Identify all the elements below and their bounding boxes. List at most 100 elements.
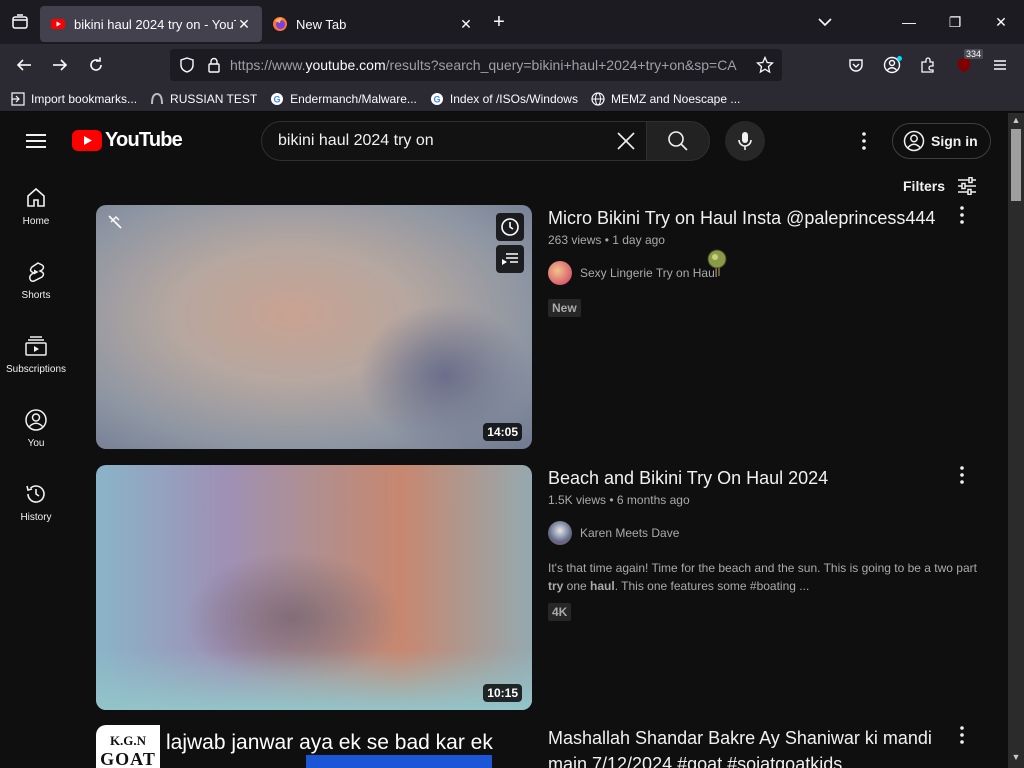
video-action-menu[interactable] [954, 205, 970, 225]
sidebar-item-shorts[interactable]: Shorts [0, 243, 72, 317]
chevron-down-icon[interactable] [815, 12, 835, 32]
thumbnail-blur-shade [96, 648, 532, 710]
cursor-pointer-icon [707, 249, 727, 276]
minimize-icon[interactable]: — [886, 14, 932, 30]
new-badge: New [548, 299, 581, 317]
url-prefix: https://www. [230, 57, 306, 73]
forward-button[interactable] [42, 47, 78, 83]
bookmark-isos[interactable]: G Index of /ISOs/Windows [429, 91, 578, 107]
channel-row[interactable]: Karen Meets Dave [548, 521, 988, 545]
more-vertical-icon [960, 726, 964, 744]
video-duration: 10:15 [483, 684, 522, 702]
settings-menu-button[interactable] [852, 129, 876, 153]
thumbnail-blue-band [306, 755, 492, 768]
ublock-extension-button[interactable]: 334 [946, 47, 984, 83]
microphone-icon [738, 132, 752, 150]
video-title[interactable]: Micro Bikini Try on Haul Insta @paleprin… [548, 205, 988, 231]
sidebar-item-home[interactable]: Home [0, 169, 72, 243]
youtube-logo[interactable]: YouTube [72, 129, 183, 152]
upload-age: 1 day ago [612, 233, 665, 247]
video-thumbnail[interactable]: 14:05 [96, 205, 532, 449]
view-count: 1.5K views [548, 493, 607, 507]
tab-new-tab[interactable]: New Tab ✕ [262, 6, 484, 42]
channel-avatar[interactable] [548, 521, 572, 545]
search-button[interactable] [646, 121, 710, 161]
video-title[interactable]: Mashallah Shandar Bakre Ay Shaniwar ki m… [548, 725, 988, 751]
browser-tab-bar: bikini haul 2024 try on - YouTube ✕ New … [0, 0, 1024, 44]
search-query-text[interactable]: bikini haul 2024 try on [278, 132, 606, 150]
watch-later-button[interactable] [496, 213, 524, 241]
description-line: It's that time again! Time for the beach… [548, 561, 977, 575]
muted-icon [108, 215, 122, 229]
guide-menu-button[interactable] [22, 127, 50, 155]
filters-button[interactable]: Filters [903, 177, 977, 195]
sidebar-item-history[interactable]: History [0, 465, 72, 539]
tab-overview-button[interactable] [0, 0, 40, 44]
description-highlight: haul [590, 579, 615, 593]
subscriptions-icon [25, 335, 47, 356]
sidebar-item-label: Shorts [21, 289, 51, 301]
video-title[interactable]: Beach and Bikini Try On Haul 2024 [548, 465, 988, 491]
bookmark-memz[interactable]: MEMZ and Noescape ... [590, 91, 740, 107]
close-tab-icon[interactable]: ✕ [458, 16, 474, 33]
pocket-button[interactable] [838, 47, 874, 83]
channel-avatar[interactable] [548, 261, 572, 285]
svg-text:G: G [274, 94, 281, 104]
video-result: 14:05 Micro Bikini Try on Haul Insta @pa… [96, 205, 996, 450]
video-info: Beach and Bikini Try On Haul 2024 1.5K v… [548, 465, 988, 621]
site-icon [149, 91, 165, 107]
search-input[interactable]: bikini haul 2024 try on [261, 121, 647, 161]
tab-youtube[interactable]: bikini haul 2024 try on - YouTube ✕ [40, 6, 262, 42]
video-result: 10:15 Beach and Bikini Try On Haul 2024 … [96, 465, 996, 710]
queue-icon [502, 253, 518, 265]
add-to-queue-button[interactable] [496, 245, 524, 273]
sign-in-button[interactable]: Sign in [892, 123, 991, 159]
url-path: /results?search_query=bikini+haul+2024+t… [385, 57, 737, 73]
bookmark-star-icon[interactable] [756, 56, 774, 74]
maximize-icon[interactable]: ❐ [932, 14, 978, 31]
account-button[interactable] [874, 47, 910, 83]
clear-search-button[interactable] [606, 121, 646, 161]
scroll-up-arrow-icon[interactable]: ▲ [1008, 115, 1024, 129]
bookmark-russian-test[interactable]: RUSSIAN TEST [149, 91, 257, 107]
extension-badge: 334 [964, 49, 984, 59]
scroll-down-arrow-icon[interactable]: ▼ [1008, 752, 1024, 766]
video-thumbnail[interactable]: 10:15 [96, 465, 532, 710]
url-text[interactable]: https://www.youtube.com/results?search_q… [230, 57, 756, 73]
window-controls: — ❐ ✕ [886, 0, 1024, 44]
new-tab-button[interactable]: + [484, 11, 514, 34]
firefox-icon [273, 17, 287, 31]
voice-search-button[interactable] [725, 121, 765, 161]
home-icon [27, 187, 45, 207]
thumbnail-logo: K.G.N GOAT [96, 725, 160, 768]
close-window-icon[interactable]: ✕ [978, 14, 1024, 31]
app-menu-button[interactable] [982, 47, 1018, 83]
channel-row[interactable]: Sexy Lingerie Try on Haul [548, 249, 988, 285]
bookmark-endermanch[interactable]: G Endermanch/Malware... [269, 91, 417, 107]
hamburger-menu-icon [26, 134, 46, 148]
google-icon: G [269, 91, 285, 107]
mini-guide: Home Shorts Subscriptions You History [0, 169, 72, 539]
channel-name[interactable]: Sexy Lingerie Try on Haul [580, 266, 717, 280]
channel-name[interactable]: Karen Meets Dave [580, 526, 679, 540]
video-action-menu[interactable] [954, 465, 970, 485]
youtube-play-logo-icon [72, 130, 102, 151]
bookmark-import[interactable]: Import bookmarks... [10, 91, 137, 107]
video-thumbnail[interactable]: K.G.N GOAT lajwab janwar aya ek se bad k… [96, 725, 532, 768]
video-title-line-2[interactable]: main 7/12/2024 #goat #sojatgoatkids [548, 751, 988, 768]
reload-button[interactable] [78, 47, 114, 83]
lock-icon[interactable] [206, 56, 222, 74]
scrollbar-thumb[interactable] [1011, 129, 1021, 201]
url-bar[interactable]: https://www.youtube.com/results?search_q… [170, 49, 782, 81]
extensions-button[interactable] [910, 47, 946, 83]
sidebar-item-subscriptions[interactable]: Subscriptions [0, 317, 72, 391]
video-action-menu[interactable] [954, 725, 970, 745]
tracking-shield-icon[interactable] [178, 56, 196, 74]
hamburger-menu-icon [994, 60, 1006, 70]
bookmark-label: Import bookmarks... [31, 91, 138, 106]
page-scrollbar[interactable]: ▲ ▼ [1008, 113, 1024, 768]
back-button[interactable] [6, 47, 42, 83]
sidebar-item-you[interactable]: You [0, 391, 72, 465]
close-tab-icon[interactable]: ✕ [236, 16, 252, 33]
upload-age: 6 months ago [616, 493, 690, 507]
